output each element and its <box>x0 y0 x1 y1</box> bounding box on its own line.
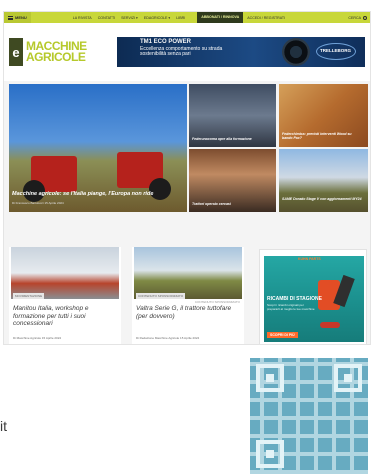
top-nav: LA RIVISTA CONTATTI SERVIZI ▾ EDAGRICOLE… <box>73 16 185 20</box>
category-tag[interactable]: CONTENUTO SPONSORIZZATO <box>136 293 186 299</box>
article-tile[interactable]: Federunacoma apre alla formazione <box>189 84 276 147</box>
website-page: MENU LA RIVISTA CONTATTI SERVIZI ▾ EDAGR… <box>3 11 371 345</box>
screenshot-frame: MENU LA RIVISTA CONTATTI SERVIZI ▾ EDAGR… <box>0 0 377 476</box>
article-tile[interactable]: Federchimica: previsti interventi Wood s… <box>279 84 368 147</box>
hero-title[interactable]: Macchine agricole: se l'Italia piange, l… <box>12 191 153 197</box>
hero-article[interactable]: Macchine agricole: se l'Italia piange, l… <box>9 84 187 212</box>
article-tile[interactable]: Trattori operaio cercasi <box>189 149 276 212</box>
ad-cta-button[interactable]: SCOPRI DI PIÙ <box>267 332 298 338</box>
tile-title: Trattori operaio cercasi <box>192 202 231 206</box>
tile-title: Federchimica: previsti interventi Wood s… <box>282 132 352 140</box>
menu-button[interactable]: MENU <box>4 12 31 23</box>
qr-finder-mark <box>334 364 362 392</box>
nav-item-servizi[interactable]: SERVIZI ▾ <box>121 16 138 20</box>
brand-logo <box>320 322 340 328</box>
nav-item-contatti[interactable]: CONTATTI <box>98 16 115 20</box>
qr-code <box>250 358 368 474</box>
qr-finder-mark <box>256 440 284 468</box>
nav-item-edagricole[interactable]: EDAGRICOLE ▾ <box>144 16 170 20</box>
search-label: CERCA <box>348 15 361 20</box>
ad-brand: TRELLEBORG <box>320 48 351 53</box>
header-banner-ad[interactable]: TM1 ECO POWER Eccellenza comportamento s… <box>117 37 365 67</box>
site-logo[interactable]: e MACCHINE AGRICOLE <box>9 38 87 66</box>
logo-wordmark: MACCHINE AGRICOLE <box>26 40 87 64</box>
article-title[interactable]: Valtra Serie G, il trattore tuttofare (p… <box>136 305 242 320</box>
logo-line-2: AGRICOLE <box>26 50 86 64</box>
logo-mark: e <box>9 38 23 66</box>
sidebar-ad[interactable]: KUHN PARTS RICAMBI DI STAGIONE Scopri i … <box>259 249 367 344</box>
login-register-link[interactable]: ACCEDI / REGISTRATI <box>247 16 285 20</box>
site-header: e MACCHINE AGRICOLE TM1 ECO POWER Eccell… <box>4 23 370 81</box>
sidebar-ad-banner: KUHN PARTS RICAMBI DI STAGIONE Scopri i … <box>264 256 364 342</box>
sponsored-label: CONTENUTO SPONSORIZZATO <box>194 300 240 304</box>
article-meta: Di Macchine Agricole 15 Aprile 2024 <box>13 336 62 340</box>
tile-title: SAME Dorado Stage V con aggiornamenti MY… <box>282 197 362 201</box>
article-tile[interactable]: SAME Dorado Stage V con aggiornamenti MY… <box>279 149 368 212</box>
subscribe-button[interactable]: ABBONATI / RINNOVA <box>197 12 244 23</box>
ad-text: Scopri i ricambi originali per preparart… <box>267 303 315 311</box>
ad-title: TM1 ECO POWER <box>140 39 192 45</box>
ad-title: RICAMBI DI STAGIONE <box>267 296 322 302</box>
nav-item-la-rivista[interactable]: LA RIVISTA <box>73 16 92 20</box>
article-image <box>11 247 119 299</box>
top-bar: MENU LA RIVISTA CONTATTI SERVIZI ▾ EDAGR… <box>4 12 370 23</box>
ad-subtitle: Eccellenza comportamento su strada soste… <box>140 47 222 57</box>
ad-line-2: sostenibilità senza pari <box>140 51 191 57</box>
search-icon <box>363 15 367 20</box>
article-image <box>134 247 242 299</box>
category-tag[interactable]: MOVIMENTAZIONE <box>13 293 45 299</box>
article-card[interactable]: CONTENUTO SPONSORIZZATO CONTENUTO SPONSO… <box>132 247 244 344</box>
tile-title: Federunacoma apre alla formazione <box>192 137 252 141</box>
ad-brand: KUHN PARTS <box>298 257 321 261</box>
below-page-text: it <box>0 418 7 434</box>
article-card[interactable]: MOVIMENTAZIONE Manitou Italia, workshop … <box>9 247 121 344</box>
article-title[interactable]: Manitou Italia, workshop e formazione pe… <box>13 305 119 328</box>
article-meta: Di Redazione Macchine Agricole 15 Aprile… <box>136 336 200 340</box>
hero-meta: Di Francesco Bartolucci 15 Aprile 2024 <box>12 201 64 205</box>
menu-label: MENU <box>15 15 27 20</box>
tyre-image <box>282 38 310 66</box>
qr-finder-mark <box>256 364 284 392</box>
nav-item-libri[interactable]: LIBRI <box>176 16 185 20</box>
search-button[interactable]: CERCA <box>348 15 367 20</box>
hamburger-icon <box>8 15 13 20</box>
